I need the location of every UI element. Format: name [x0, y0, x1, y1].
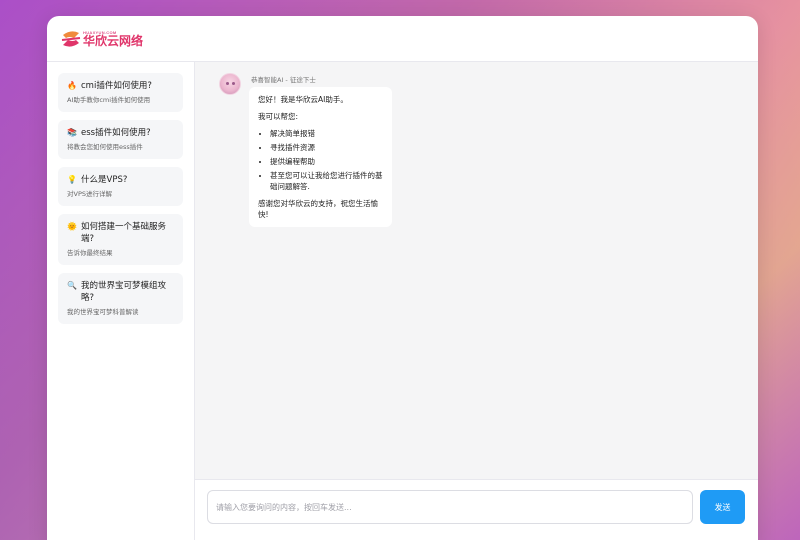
sidebar-item-pokemon[interactable]: 🔍 我的世界宝可梦模组攻略? 我的世界宝可梦科普解读	[58, 273, 183, 324]
send-button[interactable]: 发送	[700, 490, 745, 524]
sidebar-item-title: 📚 ess插件如何使用?	[67, 128, 151, 138]
sun-icon: 🌞	[67, 222, 77, 231]
lightbulb-icon: 💡	[67, 175, 77, 184]
sidebar-item-server[interactable]: 🌞 如何搭建一个基础服务端? 告诉你最终结果	[58, 214, 183, 265]
content: 🔥 cmi插件如何使用? AI助手教你cmi插件如何使用 📚 ess插件如何使用…	[47, 62, 758, 540]
message-input[interactable]	[207, 490, 693, 524]
sidebar-item-subtitle: 告诉你最终结果	[67, 249, 113, 257]
closing-text: 感谢您对华欣云的支持，祝您生活愉快!	[258, 199, 378, 219]
capability-list: 解决简单报错 寻找插件资源 提供编程帮助 甚至您可以让我给您进行插件的基础问题解…	[258, 128, 383, 192]
list-item: 寻找插件资源	[270, 142, 383, 153]
greeting-text: 您好！我是华欣云AI助手。	[258, 95, 348, 104]
composer: 发送	[195, 479, 758, 540]
logo-text: 华欣云网络	[83, 33, 144, 48]
chat-window: HUAXYUN.COM 华欣云网络 🔥 cmi插件如何使用? AI助手教你cmi…	[47, 16, 758, 540]
logo-mark-icon	[61, 30, 81, 47]
message-list: 恭喜智能AI - 征途下士 您好！我是华欣云AI助手。 我可以帮您: 解决简单报…	[195, 62, 758, 238]
sidebar-item-title: 🔥 cmi插件如何使用?	[67, 81, 152, 91]
sidebar-item-ess[interactable]: 📚 ess插件如何使用? 将教会您如何使用ess插件	[58, 120, 183, 159]
magnifier-icon: 🔍	[67, 281, 77, 290]
books-icon: 📚	[67, 128, 77, 137]
sender-name: 恭喜智能AI - 征途下士	[251, 76, 316, 84]
list-item: 解决简单报错	[270, 128, 383, 139]
sidebar-item-subtitle: 将教会您如何使用ess插件	[67, 143, 143, 151]
message-bubble: 您好！我是华欣云AI助手。 我可以帮您: 解决简单报错 寻找插件资源 提供编程帮…	[249, 87, 392, 227]
sidebar-item-title: 🔍 我的世界宝可梦模组攻略?	[67, 281, 167, 303]
sidebar-item-subtitle: 我的世界宝可梦科普解读	[67, 308, 139, 316]
sidebar-item-cmi[interactable]: 🔥 cmi插件如何使用? AI助手教你cmi插件如何使用	[58, 73, 183, 112]
chat-panel: 恭喜智能AI - 征途下士 您好！我是华欣云AI助手。 我可以帮您: 解决简单报…	[195, 62, 758, 540]
logo[interactable]: HUAXYUN.COM 华欣云网络	[60, 24, 143, 54]
sidebar-item-title: 🌞 如何搭建一个基础服务端?	[67, 222, 167, 244]
sidebar-item-title: 💡 什么是VPS?	[67, 175, 128, 185]
fire-icon: 🔥	[67, 81, 77, 90]
assistant-message: 恭喜智能AI - 征途下士 您好！我是华欣云AI助手。 我可以帮您: 解决简单报…	[219, 73, 734, 227]
avatar	[219, 73, 241, 95]
list-item: 提供编程帮助	[270, 156, 383, 167]
intro-text: 我可以帮您:	[258, 112, 299, 121]
sidebar-item-vps[interactable]: 💡 什么是VPS? 对VPS进行详解	[58, 167, 183, 206]
header: HUAXYUN.COM 华欣云网络	[47, 16, 758, 62]
sidebar: 🔥 cmi插件如何使用? AI助手教你cmi插件如何使用 📚 ess插件如何使用…	[47, 62, 195, 540]
sidebar-item-subtitle: AI助手教你cmi插件如何使用	[67, 96, 151, 104]
list-item: 甚至您可以让我给您进行插件的基础问题解答.	[270, 170, 383, 192]
sidebar-item-subtitle: 对VPS进行详解	[67, 190, 112, 198]
